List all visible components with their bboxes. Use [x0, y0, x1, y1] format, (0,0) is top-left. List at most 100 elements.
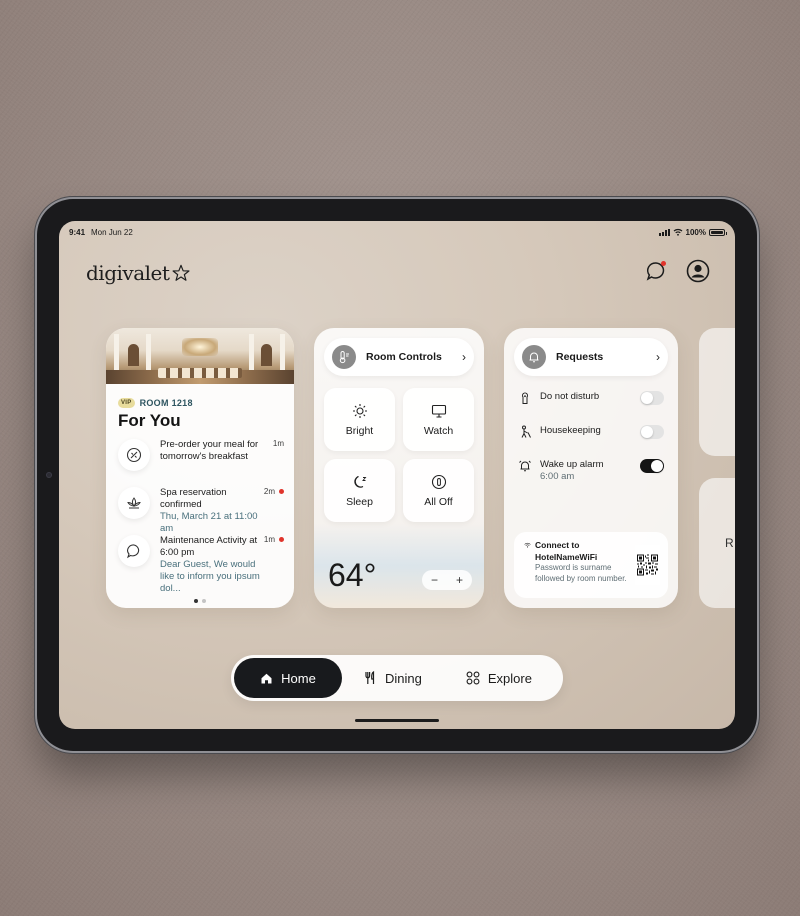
requests-header[interactable]: Requests › — [514, 338, 668, 376]
profile-icon[interactable] — [686, 259, 710, 283]
do-not-disturb-toggle[interactable] — [640, 391, 664, 405]
bell-icon — [522, 345, 546, 369]
vip-badge: VIP — [118, 398, 135, 408]
request-label: Do not disturb — [540, 391, 600, 402]
list-item[interactable]: Spa reservation confirmed Thu, March 21 … — [106, 487, 294, 535]
item-time: 2m — [264, 487, 284, 496]
wake-up-alarm-toggle[interactable] — [640, 459, 664, 473]
home-indicator[interactable] — [355, 719, 439, 722]
brand-name: digivalet — [86, 261, 170, 285]
room-controls-card: Room Controls › Bright Watch Sleep All O… — [314, 328, 484, 608]
tab-dining[interactable]: Dining — [342, 658, 444, 698]
list-item[interactable]: Maintenance Activity at 6:00 pm Dear Gue… — [106, 535, 294, 594]
temperature-value: 64° — [328, 557, 377, 593]
next-card-peek[interactable] — [699, 328, 735, 456]
message-icon — [118, 535, 150, 567]
bottom-navigation: Home Dining Explore — [231, 655, 563, 701]
for-you-card[interactable]: VIP ROOM 1218 For You Pre-order your mea… — [106, 328, 294, 608]
next-card-peek[interactable]: R — [699, 478, 735, 608]
tablet-frame: 9:41 Mon Jun 22 100% digivalet VIP ROOM … — [37, 199, 757, 751]
status-date: Mon Jun 22 — [91, 227, 133, 237]
grid-icon — [466, 671, 480, 685]
wifi-title: Connect to HotelNameWiFi — [535, 540, 598, 562]
scene-watch-button[interactable]: Watch — [403, 388, 474, 451]
chevron-right-icon: › — [656, 350, 660, 364]
status-time: 9:41 — [69, 227, 86, 237]
chat-bubble-icon[interactable] — [644, 259, 668, 283]
chevron-right-icon: › — [462, 350, 466, 364]
housekeeping-toggle[interactable] — [640, 425, 664, 439]
item-subtitle: Thu, March 21 at 11:00 am — [160, 511, 258, 534]
wifi-icon — [524, 542, 531, 548]
temperature-decrease-button[interactable]: − — [431, 573, 438, 587]
request-row: Wake up alarm 6:00 am — [518, 459, 664, 493]
spa-lotus-icon — [118, 487, 150, 519]
request-row: Housekeeping — [518, 425, 664, 459]
wifi-info: Connect to HotelNameWiFi Password is sur… — [514, 532, 668, 598]
tile-label: Watch — [423, 424, 454, 437]
tile-label: All Off — [424, 495, 453, 508]
notification-dot — [661, 261, 666, 266]
room-controls-header[interactable]: Room Controls › — [324, 338, 474, 376]
item-title: Maintenance Activity at 6:00 pm — [160, 535, 258, 558]
page-indicator[interactable] — [106, 599, 294, 603]
room-controls-title: Room Controls — [366, 351, 442, 363]
temperature-increase-button[interactable]: + — [456, 573, 463, 587]
unread-dot — [279, 537, 284, 542]
for-you-list: Pre-order your meal for tomorrow's break… — [106, 439, 294, 594]
scene-sleep-button[interactable]: Sleep — [324, 459, 395, 522]
item-title: Spa reservation confirmed — [160, 487, 227, 510]
power-icon — [431, 474, 446, 489]
fork-knife-icon — [365, 671, 375, 684]
scene-tiles: Bright Watch Sleep All Off — [324, 388, 474, 522]
hotel-lobby-photo — [106, 328, 294, 384]
request-row: Do not disturb — [518, 391, 664, 425]
brand-logo: digivalet — [86, 261, 190, 285]
temperature-stepper: − + — [422, 570, 472, 590]
thermostat-icon — [332, 345, 356, 369]
request-label: Housekeeping — [540, 425, 601, 436]
sun-icon — [352, 403, 367, 418]
do-not-disturb-icon — [522, 392, 528, 404]
requests-card: Requests › Do not disturb Housekeeping W… — [504, 328, 678, 608]
item-title: Pre-order your meal for tomorrow's break… — [160, 439, 259, 462]
alarm-time: 6:00 am — [540, 471, 575, 482]
peek-card-label: R — [725, 536, 734, 550]
home-icon — [261, 673, 272, 683]
alarm-icon — [519, 460, 531, 472]
food-icon — [118, 439, 150, 471]
unread-dot — [279, 489, 284, 494]
scene-bright-button[interactable]: Bright — [324, 388, 395, 451]
wifi-status-icon — [673, 228, 682, 236]
wifi-qr-code[interactable] — [634, 545, 660, 585]
moon-icon — [353, 475, 366, 488]
tile-label: Bright — [345, 424, 374, 437]
scene-all-off-button[interactable]: All Off — [403, 459, 474, 522]
room-number: ROOM 1218 — [139, 398, 193, 408]
for-you-title: For You — [118, 411, 181, 430]
room-label: VIP ROOM 1218 — [118, 398, 294, 408]
requests-title: Requests — [556, 351, 604, 363]
item-time: 1m — [272, 439, 284, 448]
battery-percent: 100% — [685, 227, 706, 237]
list-item[interactable]: Pre-order your meal for tomorrow's break… — [106, 439, 294, 487]
front-camera — [46, 472, 52, 478]
tab-label: Explore — [487, 670, 532, 686]
tab-home[interactable]: Home — [234, 658, 342, 698]
header-actions — [644, 259, 710, 283]
request-label: Wake up alarm — [540, 459, 604, 470]
tile-label: Sleep — [346, 495, 373, 508]
housekeeping-icon — [521, 425, 531, 438]
status-indicators: 100% — [658, 227, 727, 237]
battery-icon — [709, 228, 727, 236]
item-time: 1m — [264, 535, 284, 544]
cellular-signal-icon — [658, 228, 670, 236]
tablet-screen: 9:41 Mon Jun 22 100% digivalet VIP ROOM … — [59, 221, 735, 729]
star-icon — [172, 264, 190, 281]
wifi-note: Password is surname followed by room num… — [535, 563, 627, 583]
tab-label: Home — [281, 670, 316, 686]
tab-explore[interactable]: Explore — [444, 658, 554, 698]
status-bar: 9:41 Mon Jun 22 100% — [69, 225, 727, 239]
tab-label: Dining — [385, 670, 422, 686]
item-subtitle: Dear Guest, We would like to inform you … — [160, 559, 260, 594]
